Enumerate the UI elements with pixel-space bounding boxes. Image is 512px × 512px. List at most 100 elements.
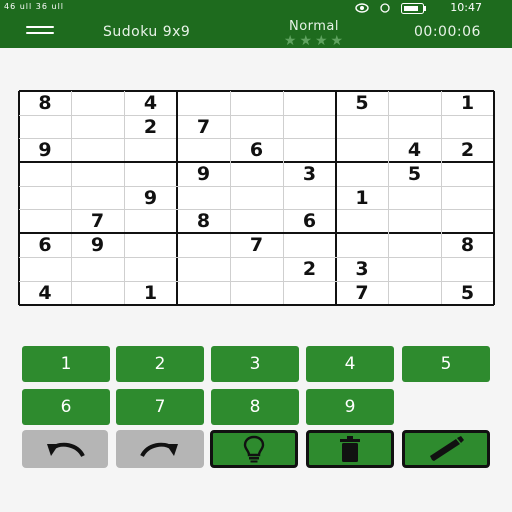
sudoku-cell[interactable]: 6 (283, 209, 336, 233)
sudoku-cell[interactable] (71, 91, 124, 115)
sudoku-cell[interactable]: 1 (441, 91, 494, 115)
sudoku-cell[interactable] (177, 281, 230, 305)
sudoku-cell[interactable] (230, 91, 283, 115)
sudoku-cell[interactable] (19, 162, 71, 186)
sudoku-cell[interactable] (441, 257, 494, 281)
number-key[interactable]: 3 (211, 346, 299, 382)
sudoku-cell[interactable]: 9 (19, 138, 71, 162)
sudoku-cell[interactable] (388, 233, 441, 257)
sudoku-cell[interactable] (19, 115, 71, 138)
alarm-icon (380, 3, 390, 13)
sudoku-cell[interactable] (124, 257, 177, 281)
sudoku-cell[interactable] (283, 115, 336, 138)
menu-icon[interactable] (26, 26, 54, 40)
sudoku-cell[interactable]: 9 (124, 186, 177, 209)
sudoku-cell[interactable]: 6 (19, 233, 71, 257)
sudoku-cell[interactable] (71, 186, 124, 209)
sudoku-cell[interactable]: 2 (124, 115, 177, 138)
sudoku-cell[interactable] (283, 91, 336, 115)
sudoku-cell[interactable]: 8 (177, 209, 230, 233)
sudoku-cell[interactable] (177, 91, 230, 115)
grid-line (18, 91, 20, 305)
sudoku-cell[interactable] (230, 281, 283, 305)
sudoku-cell[interactable] (336, 209, 388, 233)
hint-button[interactable] (210, 430, 298, 468)
sudoku-cell[interactable] (441, 209, 494, 233)
sudoku-cell[interactable] (230, 209, 283, 233)
sudoku-cell[interactable]: 5 (441, 281, 494, 305)
sudoku-cell[interactable] (388, 257, 441, 281)
sudoku-cell[interactable] (283, 281, 336, 305)
number-key[interactable]: 8 (211, 389, 299, 425)
sudoku-cell[interactable] (336, 138, 388, 162)
number-key[interactable]: 6 (22, 389, 110, 425)
number-key[interactable]: 7 (116, 389, 204, 425)
sudoku-cell[interactable]: 3 (283, 162, 336, 186)
sudoku-cell[interactable] (230, 115, 283, 138)
sudoku-cell[interactable] (124, 233, 177, 257)
sudoku-cell[interactable]: 7 (177, 115, 230, 138)
sudoku-cell[interactable]: 7 (230, 233, 283, 257)
sudoku-cell[interactable]: 1 (336, 186, 388, 209)
number-key[interactable]: 5 (402, 346, 490, 382)
sudoku-cell[interactable] (388, 91, 441, 115)
sudoku-cell[interactable] (336, 233, 388, 257)
sudoku-cell[interactable] (124, 209, 177, 233)
number-key[interactable]: 1 (22, 346, 110, 382)
sudoku-cell[interactable] (71, 115, 124, 138)
sudoku-cell[interactable]: 7 (71, 209, 124, 233)
sudoku-cell[interactable] (388, 281, 441, 305)
erase-button[interactable] (306, 430, 394, 468)
sudoku-cell[interactable]: 4 (124, 91, 177, 115)
sudoku-cell[interactable] (124, 138, 177, 162)
sudoku-cell[interactable]: 9 (177, 162, 230, 186)
sudoku-cell[interactable]: 2 (283, 257, 336, 281)
sudoku-cell[interactable]: 5 (336, 91, 388, 115)
sudoku-cell[interactable]: 1 (124, 281, 177, 305)
sudoku-cell[interactable] (283, 138, 336, 162)
sudoku-cell[interactable] (230, 162, 283, 186)
undo-button[interactable] (22, 430, 108, 468)
sudoku-cell[interactable] (177, 138, 230, 162)
sudoku-cell[interactable] (336, 115, 388, 138)
sudoku-cell[interactable] (71, 138, 124, 162)
sudoku-cell[interactable]: 9 (71, 233, 124, 257)
sudoku-cell[interactable] (71, 162, 124, 186)
sudoku-cell[interactable] (230, 186, 283, 209)
sudoku-cell[interactable] (19, 257, 71, 281)
sudoku-cell[interactable] (177, 257, 230, 281)
sudoku-cell[interactable] (441, 162, 494, 186)
sudoku-cell[interactable] (177, 186, 230, 209)
sudoku-cell[interactable] (19, 209, 71, 233)
pencil-button[interactable] (402, 430, 490, 468)
sudoku-cell[interactable] (283, 233, 336, 257)
sudoku-cell[interactable]: 7 (336, 281, 388, 305)
sudoku-cell[interactable]: 6 (230, 138, 283, 162)
sudoku-cell[interactable]: 2 (441, 138, 494, 162)
redo-button[interactable] (116, 430, 204, 468)
sudoku-cell[interactable] (388, 115, 441, 138)
number-key[interactable]: 9 (306, 389, 394, 425)
sudoku-cell[interactable] (230, 257, 283, 281)
sudoku-cell[interactable] (388, 186, 441, 209)
sudoku-cell[interactable]: 8 (441, 233, 494, 257)
sudoku-cell[interactable] (441, 186, 494, 209)
sudoku-cell[interactable]: 8 (19, 91, 71, 115)
sudoku-cell[interactable]: 5 (388, 162, 441, 186)
sudoku-cell[interactable] (388, 209, 441, 233)
number-key[interactable]: 2 (116, 346, 204, 382)
sudoku-cell[interactable] (336, 162, 388, 186)
sudoku-cell[interactable] (177, 233, 230, 257)
number-key[interactable]: 4 (306, 346, 394, 382)
sudoku-cell[interactable] (71, 281, 124, 305)
sudoku-cell[interactable] (124, 162, 177, 186)
sudoku-cell[interactable] (19, 186, 71, 209)
sudoku-cell[interactable] (441, 115, 494, 138)
sudoku-cell[interactable]: 4 (19, 281, 71, 305)
sudoku-cell[interactable]: 4 (388, 138, 441, 162)
sudoku-cell[interactable]: 3 (336, 257, 388, 281)
sudoku-cell[interactable] (71, 257, 124, 281)
grid-line (19, 138, 494, 139)
grid-line (124, 91, 125, 305)
sudoku-cell[interactable] (283, 186, 336, 209)
